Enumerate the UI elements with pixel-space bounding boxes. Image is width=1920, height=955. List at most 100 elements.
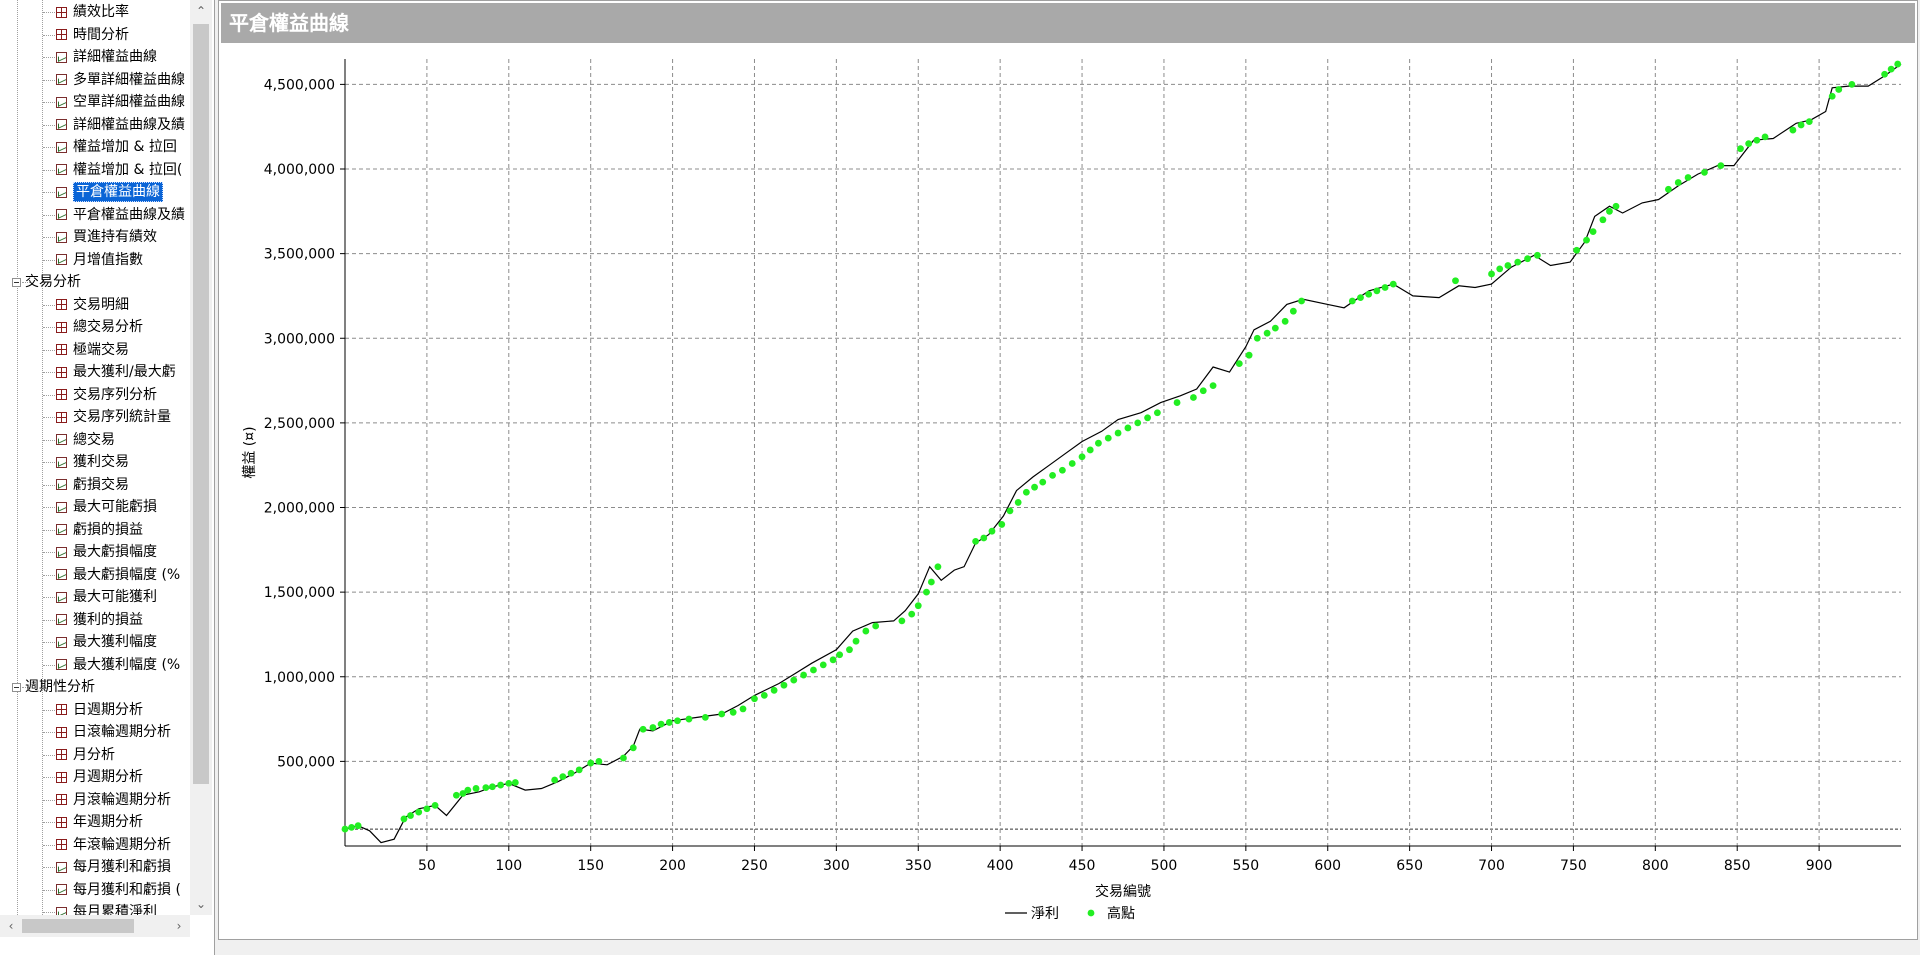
high-point bbox=[1573, 246, 1581, 254]
tree-item[interactable]: 交易序列統計量 bbox=[56, 406, 171, 428]
high-point bbox=[836, 651, 844, 659]
tree-group-node[interactable]: 交易分析 bbox=[12, 271, 81, 293]
tree-item[interactable]: 月週期分析 bbox=[56, 766, 143, 788]
high-point bbox=[472, 785, 480, 792]
tree-item[interactable]: 極端交易 bbox=[56, 339, 129, 361]
tree-item[interactable]: 最大可能獲利 bbox=[56, 586, 157, 608]
chevron-right-icon[interactable]: › bbox=[170, 915, 188, 937]
tree-item[interactable]: 每月累積淨利 bbox=[56, 901, 157, 915]
tree-item[interactable]: 獲利的損益 bbox=[56, 609, 143, 631]
tree-item[interactable]: 詳細權益曲線 bbox=[56, 46, 157, 68]
horizontal-scroll-thumb[interactable] bbox=[22, 919, 134, 933]
tree-item-label: 最大可能獲利 bbox=[73, 589, 157, 605]
tree-item[interactable]: 月分析 bbox=[56, 744, 115, 766]
tree-item[interactable]: 月增值指數 bbox=[56, 249, 143, 271]
tree-item[interactable]: 獲利交易 bbox=[56, 451, 129, 473]
legend-net-profit: 淨利 bbox=[1031, 906, 1059, 922]
plot-area bbox=[345, 59, 1901, 846]
tree-item[interactable]: 權益增加 & 拉回( bbox=[56, 159, 182, 181]
grid-icon bbox=[56, 389, 67, 400]
tree-item[interactable]: 每月獲利和虧損 ( bbox=[56, 879, 181, 901]
tree-item-label: 總交易分析 bbox=[73, 319, 143, 335]
tree-connector bbox=[43, 169, 55, 171]
high-point bbox=[575, 766, 583, 774]
tree-connector bbox=[43, 889, 55, 891]
tree-connector bbox=[43, 732, 55, 733]
x-tick-label: 800 bbox=[1642, 858, 1669, 874]
tree-item[interactable]: 詳細權益曲線及績 bbox=[56, 114, 185, 136]
tree-item[interactable]: 最大獲利/最大虧 bbox=[56, 361, 176, 383]
high-point bbox=[1190, 394, 1197, 401]
tree-item[interactable]: 平倉權益曲線及績 bbox=[56, 204, 185, 226]
vertical-scroll-thumb[interactable] bbox=[193, 24, 209, 784]
tree-item[interactable]: 總交易分析 bbox=[56, 316, 143, 338]
high-point bbox=[505, 779, 513, 787]
tree-connector bbox=[43, 912, 55, 913]
chart-icon bbox=[56, 636, 67, 648]
tree-item[interactable]: 交易序列分析 bbox=[56, 384, 157, 406]
high-point bbox=[998, 521, 1006, 528]
chart-icon bbox=[56, 861, 67, 873]
chart-icon bbox=[56, 614, 67, 625]
tree-item[interactable]: 績效比率 bbox=[56, 1, 129, 23]
tree-item-label: 週期性分析 bbox=[25, 679, 95, 695]
high-point bbox=[407, 812, 414, 819]
tree-item-label: 年滾輪週期分析 bbox=[73, 836, 171, 853]
tree-item[interactable]: 多單詳細權益曲線 bbox=[56, 69, 185, 91]
tree-item[interactable]: 年週期分析 bbox=[56, 811, 143, 833]
tree-item[interactable]: 最大虧損幅度 bbox=[56, 541, 157, 563]
high-point bbox=[1199, 387, 1207, 395]
chevron-left-icon[interactable]: ‹ bbox=[2, 915, 20, 937]
tree-item[interactable]: 月滾輪週期分析 bbox=[56, 789, 171, 811]
high-point bbox=[751, 695, 758, 703]
tree-item-label: 詳細權益曲線 bbox=[73, 49, 157, 65]
tree-item[interactable]: 每月獲利和虧損 bbox=[56, 856, 171, 878]
tree-group-node[interactable]: 週期性分析 bbox=[12, 676, 95, 698]
tree-horizontal-scrollbar[interactable]: ‹ › bbox=[0, 915, 190, 937]
tree-item[interactable]: 最大獲利幅度 (% bbox=[56, 654, 180, 676]
tree-item[interactable]: 年滾輪週期分析 bbox=[56, 834, 171, 856]
collapse-icon[interactable] bbox=[12, 277, 21, 287]
tree-connector bbox=[43, 214, 55, 216]
tree-connector bbox=[43, 372, 55, 373]
tree-item[interactable]: 權益增加 & 拉回 bbox=[56, 136, 177, 158]
tree-item[interactable]: 交易明細 bbox=[56, 294, 129, 316]
tree-item[interactable]: 最大獲利幅度 bbox=[56, 631, 157, 653]
high-point bbox=[567, 769, 575, 777]
high-point bbox=[1789, 126, 1797, 134]
high-point bbox=[718, 710, 726, 718]
chevron-up-icon[interactable]: ⌃ bbox=[190, 0, 212, 22]
tree-item-label: 最大獲利幅度 bbox=[73, 634, 157, 650]
tree-item[interactable]: 最大可能虧損 bbox=[56, 496, 157, 518]
tree-item[interactable]: 買進持有績效 bbox=[56, 226, 157, 248]
tree-item[interactable]: 最大虧損幅度 (% bbox=[56, 564, 180, 586]
high-point bbox=[1701, 168, 1708, 176]
high-point bbox=[1848, 80, 1856, 88]
high-point bbox=[1583, 236, 1590, 244]
collapse-icon[interactable] bbox=[12, 682, 21, 692]
tree-vertical-scrollbar[interactable]: ⌃ ⌄ bbox=[190, 0, 212, 915]
tree-item[interactable]: 虧損交易 bbox=[56, 474, 129, 496]
tree-item-label: 最大獲利幅度 (% bbox=[73, 656, 181, 673]
grid-icon bbox=[56, 366, 67, 378]
tree-item[interactable]: 總交易 bbox=[56, 429, 115, 451]
chart-icon bbox=[56, 524, 67, 535]
tree-item[interactable]: 空單詳細權益曲線 bbox=[56, 91, 185, 113]
high-point bbox=[1104, 434, 1112, 442]
tree-item[interactable]: 日週期分析 bbox=[56, 699, 143, 721]
tree-item[interactable]: 日滾輪週期分析 bbox=[56, 721, 171, 743]
chevron-down-icon[interactable]: ⌄ bbox=[190, 893, 212, 915]
tree-item[interactable]: 平倉權益曲線 bbox=[56, 181, 163, 203]
tree-item[interactable]: 虧損的損益 bbox=[56, 519, 143, 541]
x-tick-label: 150 bbox=[577, 858, 604, 874]
high-point bbox=[1031, 483, 1038, 491]
tree-item-label: 獲利的損益 bbox=[73, 611, 143, 628]
grid-icon bbox=[56, 411, 67, 423]
high-point bbox=[1797, 121, 1805, 129]
high-point bbox=[923, 588, 930, 596]
tree-connector bbox=[17, 0, 18, 915]
high-point bbox=[1894, 60, 1902, 68]
chart-icon bbox=[56, 141, 67, 153]
x-tick-label: 600 bbox=[1314, 858, 1341, 874]
tree-item[interactable]: 時間分析 bbox=[56, 24, 129, 46]
